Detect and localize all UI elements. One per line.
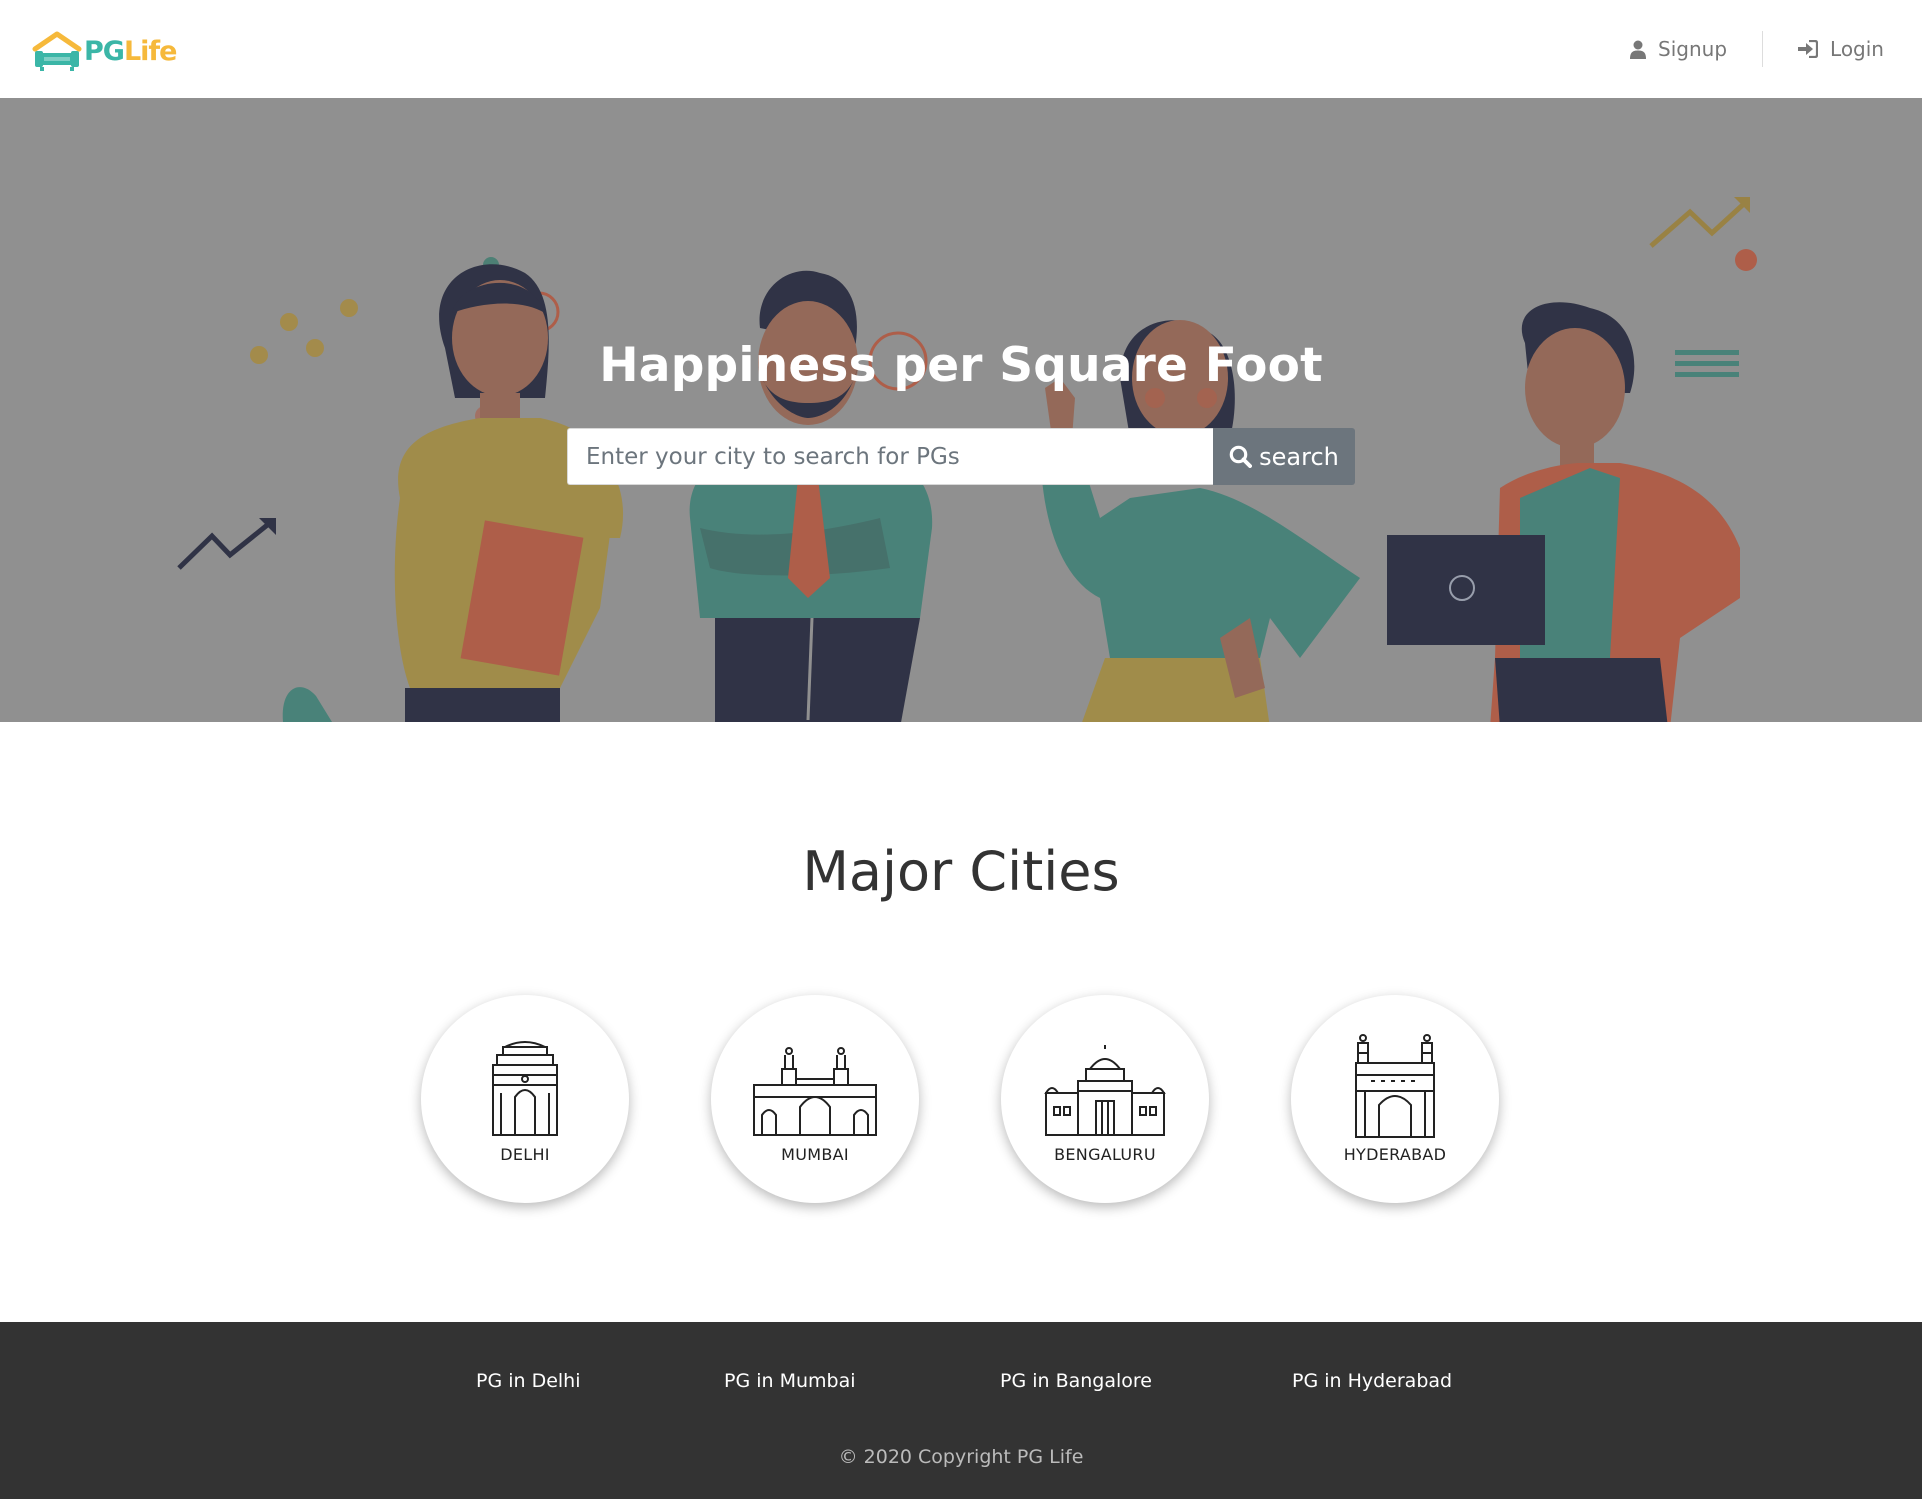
city-card-delhi[interactable]: DELHI	[421, 995, 629, 1203]
city-card-bengaluru[interactable]: BENGALURU	[1001, 995, 1209, 1203]
gateway-of-india-icon	[753, 1047, 877, 1136]
copyright-text: © 2020 Copyright PG Life	[838, 1446, 1084, 1468]
footer-link-mumbai[interactable]: PG in Mumbai	[724, 1370, 856, 1392]
header-nav: Signup Login	[1630, 30, 1884, 68]
city-search-form: search	[567, 428, 1355, 485]
city-name: BENGALURU	[1054, 1145, 1156, 1164]
city-search-input[interactable]	[567, 428, 1213, 485]
hero-title: Happiness per Square Foot	[599, 338, 1323, 393]
login-link[interactable]: Login	[1798, 37, 1884, 61]
charminar-icon	[1355, 1034, 1435, 1138]
site-footer: PG in Delhi PG in Mumbai PG in Bangalore…	[0, 1322, 1922, 1499]
nav-divider	[1762, 31, 1764, 67]
vidhana-soudha-icon	[1044, 1045, 1166, 1136]
footer-link-delhi[interactable]: PG in Delhi	[476, 1370, 581, 1392]
footer-link-bangalore[interactable]: PG in Bangalore	[1000, 1370, 1152, 1392]
search-button-label: search	[1259, 442, 1339, 471]
sign-in-icon	[1798, 40, 1819, 58]
city-name: DELHI	[500, 1145, 550, 1164]
city-card-hyderabad[interactable]: HYDERABAD	[1291, 995, 1499, 1203]
city-card-mumbai[interactable]: MUMBAI	[711, 995, 919, 1203]
site-header: PGLife Signup Login	[0, 0, 1922, 98]
people-illustration	[0, 98, 1922, 722]
hero-banner: Happiness per Square Foot search	[0, 98, 1922, 722]
search-icon	[1229, 445, 1253, 468]
city-name: HYDERABAD	[1343, 1145, 1447, 1164]
logo-text: PGLife	[84, 35, 178, 67]
pg-life-logo[interactable]: PGLife	[32, 26, 182, 76]
signup-link[interactable]: Signup	[1630, 37, 1727, 61]
login-label: Login	[1830, 37, 1884, 61]
signup-label: Signup	[1658, 37, 1728, 61]
footer-link-hyderabad[interactable]: PG in Hyderabad	[1292, 1370, 1452, 1392]
search-button[interactable]: search	[1213, 428, 1355, 485]
house-sofa-logo-icon	[32, 31, 82, 71]
city-name: MUMBAI	[781, 1145, 849, 1164]
major-cities-title: Major Cities	[802, 840, 1120, 903]
logo-life: Life	[123, 35, 178, 67]
user-icon	[1630, 40, 1647, 59]
logo-pg: PG	[84, 35, 125, 67]
india-gate-icon	[492, 1041, 558, 1136]
